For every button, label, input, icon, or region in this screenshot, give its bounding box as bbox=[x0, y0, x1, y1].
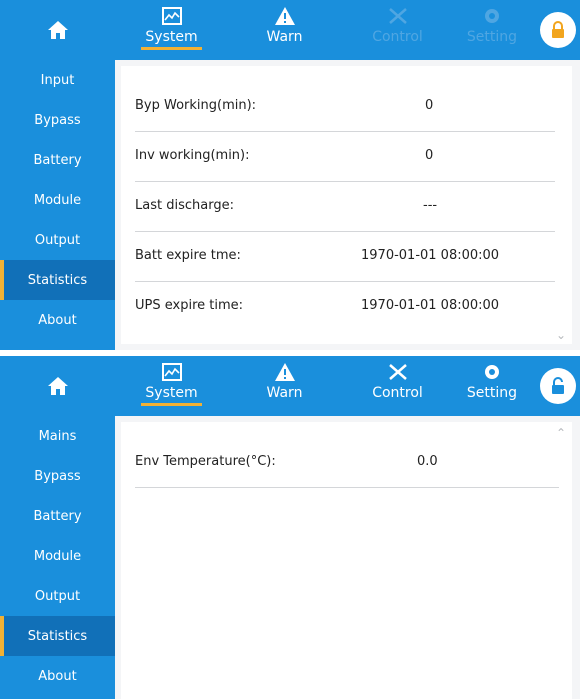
stat-value: 1970-01-01 08:00:00 bbox=[361, 248, 500, 263]
home-button[interactable] bbox=[0, 356, 115, 416]
warning-icon bbox=[274, 363, 295, 381]
sidebar-item-label: Statistics bbox=[27, 628, 88, 644]
sidebar-item-bypass[interactable]: Bypass bbox=[0, 456, 115, 496]
lock-open-icon bbox=[552, 377, 564, 394]
screen-statistics-page-1: System Warn Control Setting Input Bypass… bbox=[0, 0, 580, 350]
sidebar-item-bypass[interactable]: Bypass bbox=[0, 100, 115, 140]
sidebar-item-input[interactable]: Input bbox=[0, 60, 115, 100]
stat-label: Byp Working(min): bbox=[135, 98, 257, 113]
stat-label: Env Temperature(°C): bbox=[135, 454, 276, 469]
stat-row-batt-expire: Batt expire tme: 1970-01-01 08:00:00 bbox=[135, 232, 555, 282]
sidebar-item-module[interactable]: Module bbox=[0, 536, 115, 576]
sidebar-item-label: Bypass bbox=[34, 468, 81, 484]
home-icon bbox=[47, 21, 68, 39]
stat-row-last-discharge: Last discharge: --- bbox=[135, 182, 555, 232]
sidebar-item-mains[interactable]: Mains bbox=[0, 416, 115, 456]
top-nav-bar: System Warn Control Setting bbox=[0, 0, 580, 60]
stat-value: 0 bbox=[425, 148, 434, 163]
sidebar-item-about[interactable]: About bbox=[0, 300, 115, 340]
tab-setting[interactable]: Setting bbox=[454, 356, 530, 416]
gear-icon bbox=[485, 9, 499, 23]
sidebar-item-label: Battery bbox=[33, 508, 82, 524]
sidebar-item-about[interactable]: About bbox=[0, 656, 115, 696]
tab-warn[interactable]: Warn bbox=[228, 356, 341, 416]
tab-system-label: System bbox=[141, 385, 202, 406]
sidebar-menu: Mains Bypass Battery Module Output Stati… bbox=[0, 416, 115, 699]
sidebar-menu: Input Bypass Battery Module Output Stati… bbox=[0, 60, 115, 350]
warning-icon bbox=[274, 7, 295, 25]
sidebar-item-label: Battery bbox=[33, 152, 82, 168]
tab-warn[interactable]: Warn bbox=[228, 0, 341, 60]
tab-system-label: System bbox=[141, 29, 202, 50]
tab-setting-label: Setting bbox=[466, 385, 518, 401]
sidebar-item-label: Module bbox=[33, 548, 82, 564]
tab-setting[interactable]: Setting bbox=[454, 0, 530, 60]
top-nav-bar: System Warn Control Setting bbox=[0, 356, 580, 416]
home-button[interactable] bbox=[0, 0, 115, 60]
statistics-content: ⌃ Env Temperature(°C): 0.0 bbox=[121, 422, 572, 699]
screen-statistics-page-2: System Warn Control Setting Mains Bypass… bbox=[0, 356, 580, 699]
sidebar-item-battery[interactable]: Battery bbox=[0, 496, 115, 536]
chart-icon bbox=[161, 7, 182, 25]
stat-value: --- bbox=[423, 198, 438, 213]
chart-icon bbox=[161, 363, 182, 381]
stat-row-ups-expire: UPS expire time: 1970-01-01 08:00:00 bbox=[135, 282, 555, 332]
lock-button[interactable] bbox=[540, 12, 576, 48]
sidebar-item-output[interactable]: Output bbox=[0, 576, 115, 616]
sidebar-item-label: Output bbox=[34, 232, 81, 248]
stat-label: UPS expire time: bbox=[135, 298, 244, 313]
sidebar-item-label: Statistics bbox=[27, 272, 88, 288]
sidebar-item-statistics[interactable]: Statistics bbox=[0, 260, 115, 300]
sidebar-item-label: Output bbox=[34, 588, 81, 604]
stat-row-byp-working: Byp Working(min): 0 bbox=[135, 82, 555, 132]
tab-system[interactable]: System bbox=[115, 0, 228, 60]
stat-value: 0.0 bbox=[417, 454, 438, 469]
tools-icon bbox=[388, 8, 407, 24]
stat-value: 0 bbox=[425, 98, 434, 113]
tab-warn-label: Warn bbox=[266, 385, 303, 401]
stat-label: Batt expire tme: bbox=[135, 248, 241, 263]
tab-control-label: Control bbox=[372, 29, 423, 45]
lock-button[interactable] bbox=[540, 368, 576, 404]
chevron-down-icon[interactable]: ⌄ bbox=[556, 328, 566, 342]
sidebar-item-battery[interactable]: Battery bbox=[0, 140, 115, 180]
tab-system[interactable]: System bbox=[115, 356, 228, 416]
tab-control-label: Control bbox=[372, 385, 423, 401]
sidebar-item-label: About bbox=[38, 668, 77, 684]
lock-closed-icon bbox=[552, 21, 564, 38]
sidebar-item-label: Mains bbox=[38, 428, 77, 444]
tools-icon bbox=[388, 364, 407, 380]
statistics-content: Byp Working(min): 0 Inv working(min): 0 … bbox=[121, 66, 572, 344]
tab-setting-label: Setting bbox=[466, 29, 518, 45]
stat-label: Last discharge: bbox=[135, 198, 234, 213]
stat-row-env-temperature: Env Temperature(°C): 0.0 bbox=[135, 438, 559, 488]
sidebar-item-label: Input bbox=[40, 72, 75, 88]
sidebar-item-label: About bbox=[38, 312, 77, 328]
sidebar-item-label: Module bbox=[33, 192, 82, 208]
sidebar-item-statistics[interactable]: Statistics bbox=[0, 616, 115, 656]
sidebar-item-module[interactable]: Module bbox=[0, 180, 115, 220]
stat-row-inv-working: Inv working(min): 0 bbox=[135, 132, 555, 182]
tab-control[interactable]: Control bbox=[341, 356, 454, 416]
tab-warn-label: Warn bbox=[266, 29, 303, 45]
sidebar-item-output[interactable]: Output bbox=[0, 220, 115, 260]
stat-value: 1970-01-01 08:00:00 bbox=[361, 298, 500, 313]
gear-icon bbox=[485, 365, 499, 379]
home-icon bbox=[47, 377, 68, 395]
tab-control[interactable]: Control bbox=[341, 0, 454, 60]
stat-label: Inv working(min): bbox=[135, 148, 250, 163]
sidebar-item-label: Bypass bbox=[34, 112, 81, 128]
